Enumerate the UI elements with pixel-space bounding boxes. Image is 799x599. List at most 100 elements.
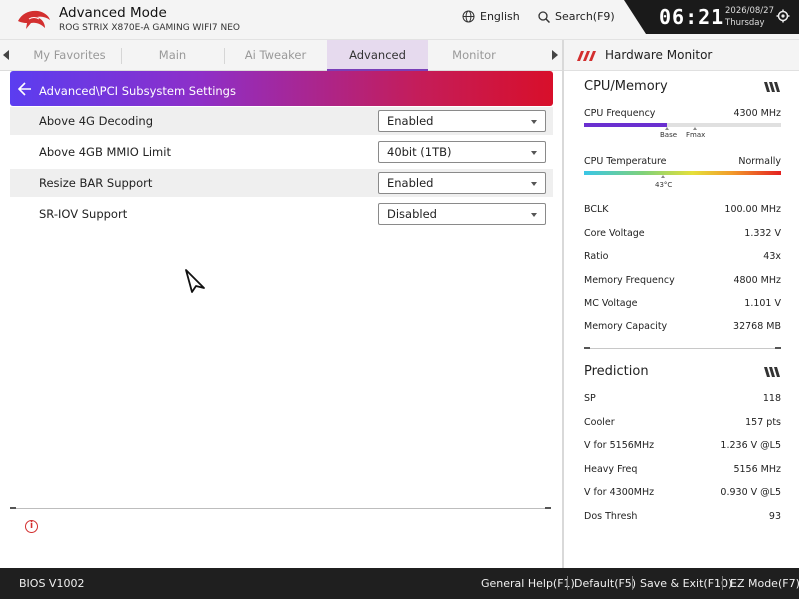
memory-frequency-value: 4800 MHz [733, 275, 781, 286]
tab-ai-tweaker[interactable]: Ai Tweaker [225, 40, 326, 71]
search-icon [538, 10, 550, 23]
tab-scroll-right-icon[interactable] [552, 50, 558, 60]
language-label: English [480, 10, 520, 23]
resize-bar-select[interactable]: Enabled [378, 172, 546, 194]
bclk-value: 100.00 MHz [724, 204, 781, 215]
tab-scroll-left-icon[interactable] [3, 50, 9, 60]
setting-label: Resize BAR Support [39, 176, 153, 190]
general-help-button[interactable]: General Help(F1) [481, 577, 575, 590]
footer-divider [722, 576, 723, 590]
fmax-tick [693, 127, 697, 130]
select-value: 40bit (1TB) [387, 145, 452, 159]
clock-date: 2026/08/27 Thursday [725, 5, 774, 29]
v-for-5156-label: V for 5156MHz [584, 440, 655, 451]
base-tick-label: Base [660, 131, 678, 139]
select-value: Enabled [387, 176, 434, 190]
prediction-title: Prediction [584, 364, 649, 379]
temperature-marker [661, 175, 665, 178]
search-button[interactable]: Search(F9) [538, 10, 615, 23]
mode-title: Advanced Mode [59, 5, 167, 21]
main-tabs: My Favorites Main Ai Tweaker Advanced Mo… [0, 40, 562, 71]
ratio-value: 43x [763, 251, 781, 262]
search-label: Search(F9) [555, 10, 615, 23]
above-4g-decoding-select[interactable]: Enabled [378, 110, 546, 132]
setting-row-above-4g-decoding[interactable]: Above 4G Decoding Enabled [10, 107, 553, 135]
setting-row-sr-iov[interactable]: SR-IOV Support Disabled [10, 200, 553, 228]
dropdown-caret-icon [531, 151, 537, 155]
help-divider [10, 508, 551, 509]
core-voltage-label: Core Voltage [584, 228, 645, 239]
back-arrow-icon[interactable] [18, 82, 32, 96]
memory-capacity-value: 32768 MB [733, 321, 781, 332]
tab-my-favorites[interactable]: My Favorites [19, 40, 120, 71]
breadcrumb: Advanced\PCI Subsystem Settings [39, 84, 236, 98]
cpu-memory-title: CPU/Memory [584, 79, 668, 94]
default-button[interactable]: Default(F5) [574, 577, 636, 590]
bottom-bar: BIOS V1002 General Help(F1) Default(F5) … [0, 568, 799, 599]
setting-row-resize-bar[interactable]: Resize BAR Support Enabled [10, 169, 553, 197]
mc-voltage-label: MC Voltage [584, 298, 638, 309]
dropdown-caret-icon [531, 120, 537, 124]
ratio-label: Ratio [584, 251, 609, 262]
setting-label: Above 4GB MMIO Limit [39, 145, 171, 159]
sp-value: 118 [762, 393, 781, 404]
cpu-temperature-bar [584, 171, 781, 175]
base-tick [665, 127, 669, 130]
v-for-4300-label: V for 4300MHz [584, 487, 655, 498]
mouse-pointer-icon [185, 269, 205, 293]
mmio-limit-select[interactable]: 40bit (1TB) [378, 141, 546, 163]
memory-capacity-label: Memory Capacity [584, 321, 668, 332]
help-divider-cap [10, 507, 16, 509]
date-text: 2026/08/27 [725, 6, 774, 16]
temperature-gradient [584, 171, 781, 175]
ez-mode-button[interactable]: EZ Mode(F7) [730, 577, 799, 590]
v-for-5156-value: 1.236 V @L5 [720, 440, 781, 451]
cooler-label: Cooler [584, 417, 615, 428]
tab-advanced[interactable]: Advanced [327, 40, 428, 71]
save-exit-button[interactable]: Save & Exit(F10) [640, 577, 732, 590]
section-divider-cap [584, 347, 590, 349]
fmax-tick-label: Fmax [686, 131, 706, 139]
top-header: Advanced Mode ROG STRIX X870E-A GAMING W… [0, 0, 799, 40]
heavy-freq-value: 5156 MHz [733, 464, 781, 475]
bios-version: BIOS V1002 [19, 577, 85, 590]
cpu-frequency-bar [584, 123, 781, 127]
dos-thresh-value: 93 [768, 511, 781, 522]
sr-iov-select[interactable]: Disabled [378, 203, 546, 225]
select-value: Enabled [387, 114, 434, 128]
board-model: ROG STRIX X870E-A GAMING WIFI7 NEO [59, 23, 241, 33]
core-voltage-value: 1.332 V [744, 228, 781, 239]
cooler-value: 157 pts [745, 417, 781, 428]
cpu-temperature-value: Normally [738, 156, 781, 167]
setting-label: SR-IOV Support [39, 207, 128, 221]
globe-icon [462, 10, 475, 23]
section-divider-cap [775, 347, 781, 349]
setting-label: Above 4G Decoding [39, 114, 153, 128]
tab-monitor[interactable]: Monitor [429, 40, 519, 71]
settings-gear-icon[interactable] [775, 8, 791, 24]
section-stripes-icon [764, 82, 780, 92]
hardware-monitor-panel: Hardware Monitor CPU/Memory CPU Frequenc… [564, 40, 799, 568]
footer-divider [567, 576, 568, 590]
rog-logo [18, 10, 50, 29]
heavy-freq-label: Heavy Freq [584, 464, 638, 475]
cpu-frequency-label: CPU Frequency [584, 108, 656, 119]
section-stripes-icon [764, 367, 780, 377]
language-button[interactable]: English [462, 10, 520, 23]
hardware-monitor-icon [577, 51, 596, 61]
footer-divider [632, 576, 633, 590]
mc-voltage-value: 1.101 V [744, 298, 781, 309]
bclk-label: BCLK [584, 204, 609, 215]
section-divider [584, 348, 781, 349]
hardware-monitor-header: Hardware Monitor [564, 40, 799, 71]
setting-row-mmio-limit[interactable]: Above 4GB MMIO Limit 40bit (1TB) [10, 138, 553, 166]
dropdown-caret-icon [531, 213, 537, 217]
memory-frequency-label: Memory Frequency [584, 275, 675, 286]
temperature-marker-label: 43°C [655, 181, 673, 189]
bios-screen: Advanced Mode ROG STRIX X870E-A GAMING W… [0, 0, 799, 599]
cpu-temperature-label: CPU Temperature [584, 156, 667, 167]
tab-main[interactable]: Main [122, 40, 223, 71]
cpu-frequency-value: 4300 MHz [733, 108, 781, 119]
cpu-frequency-fill [584, 123, 667, 127]
info-icon: i [25, 520, 38, 533]
